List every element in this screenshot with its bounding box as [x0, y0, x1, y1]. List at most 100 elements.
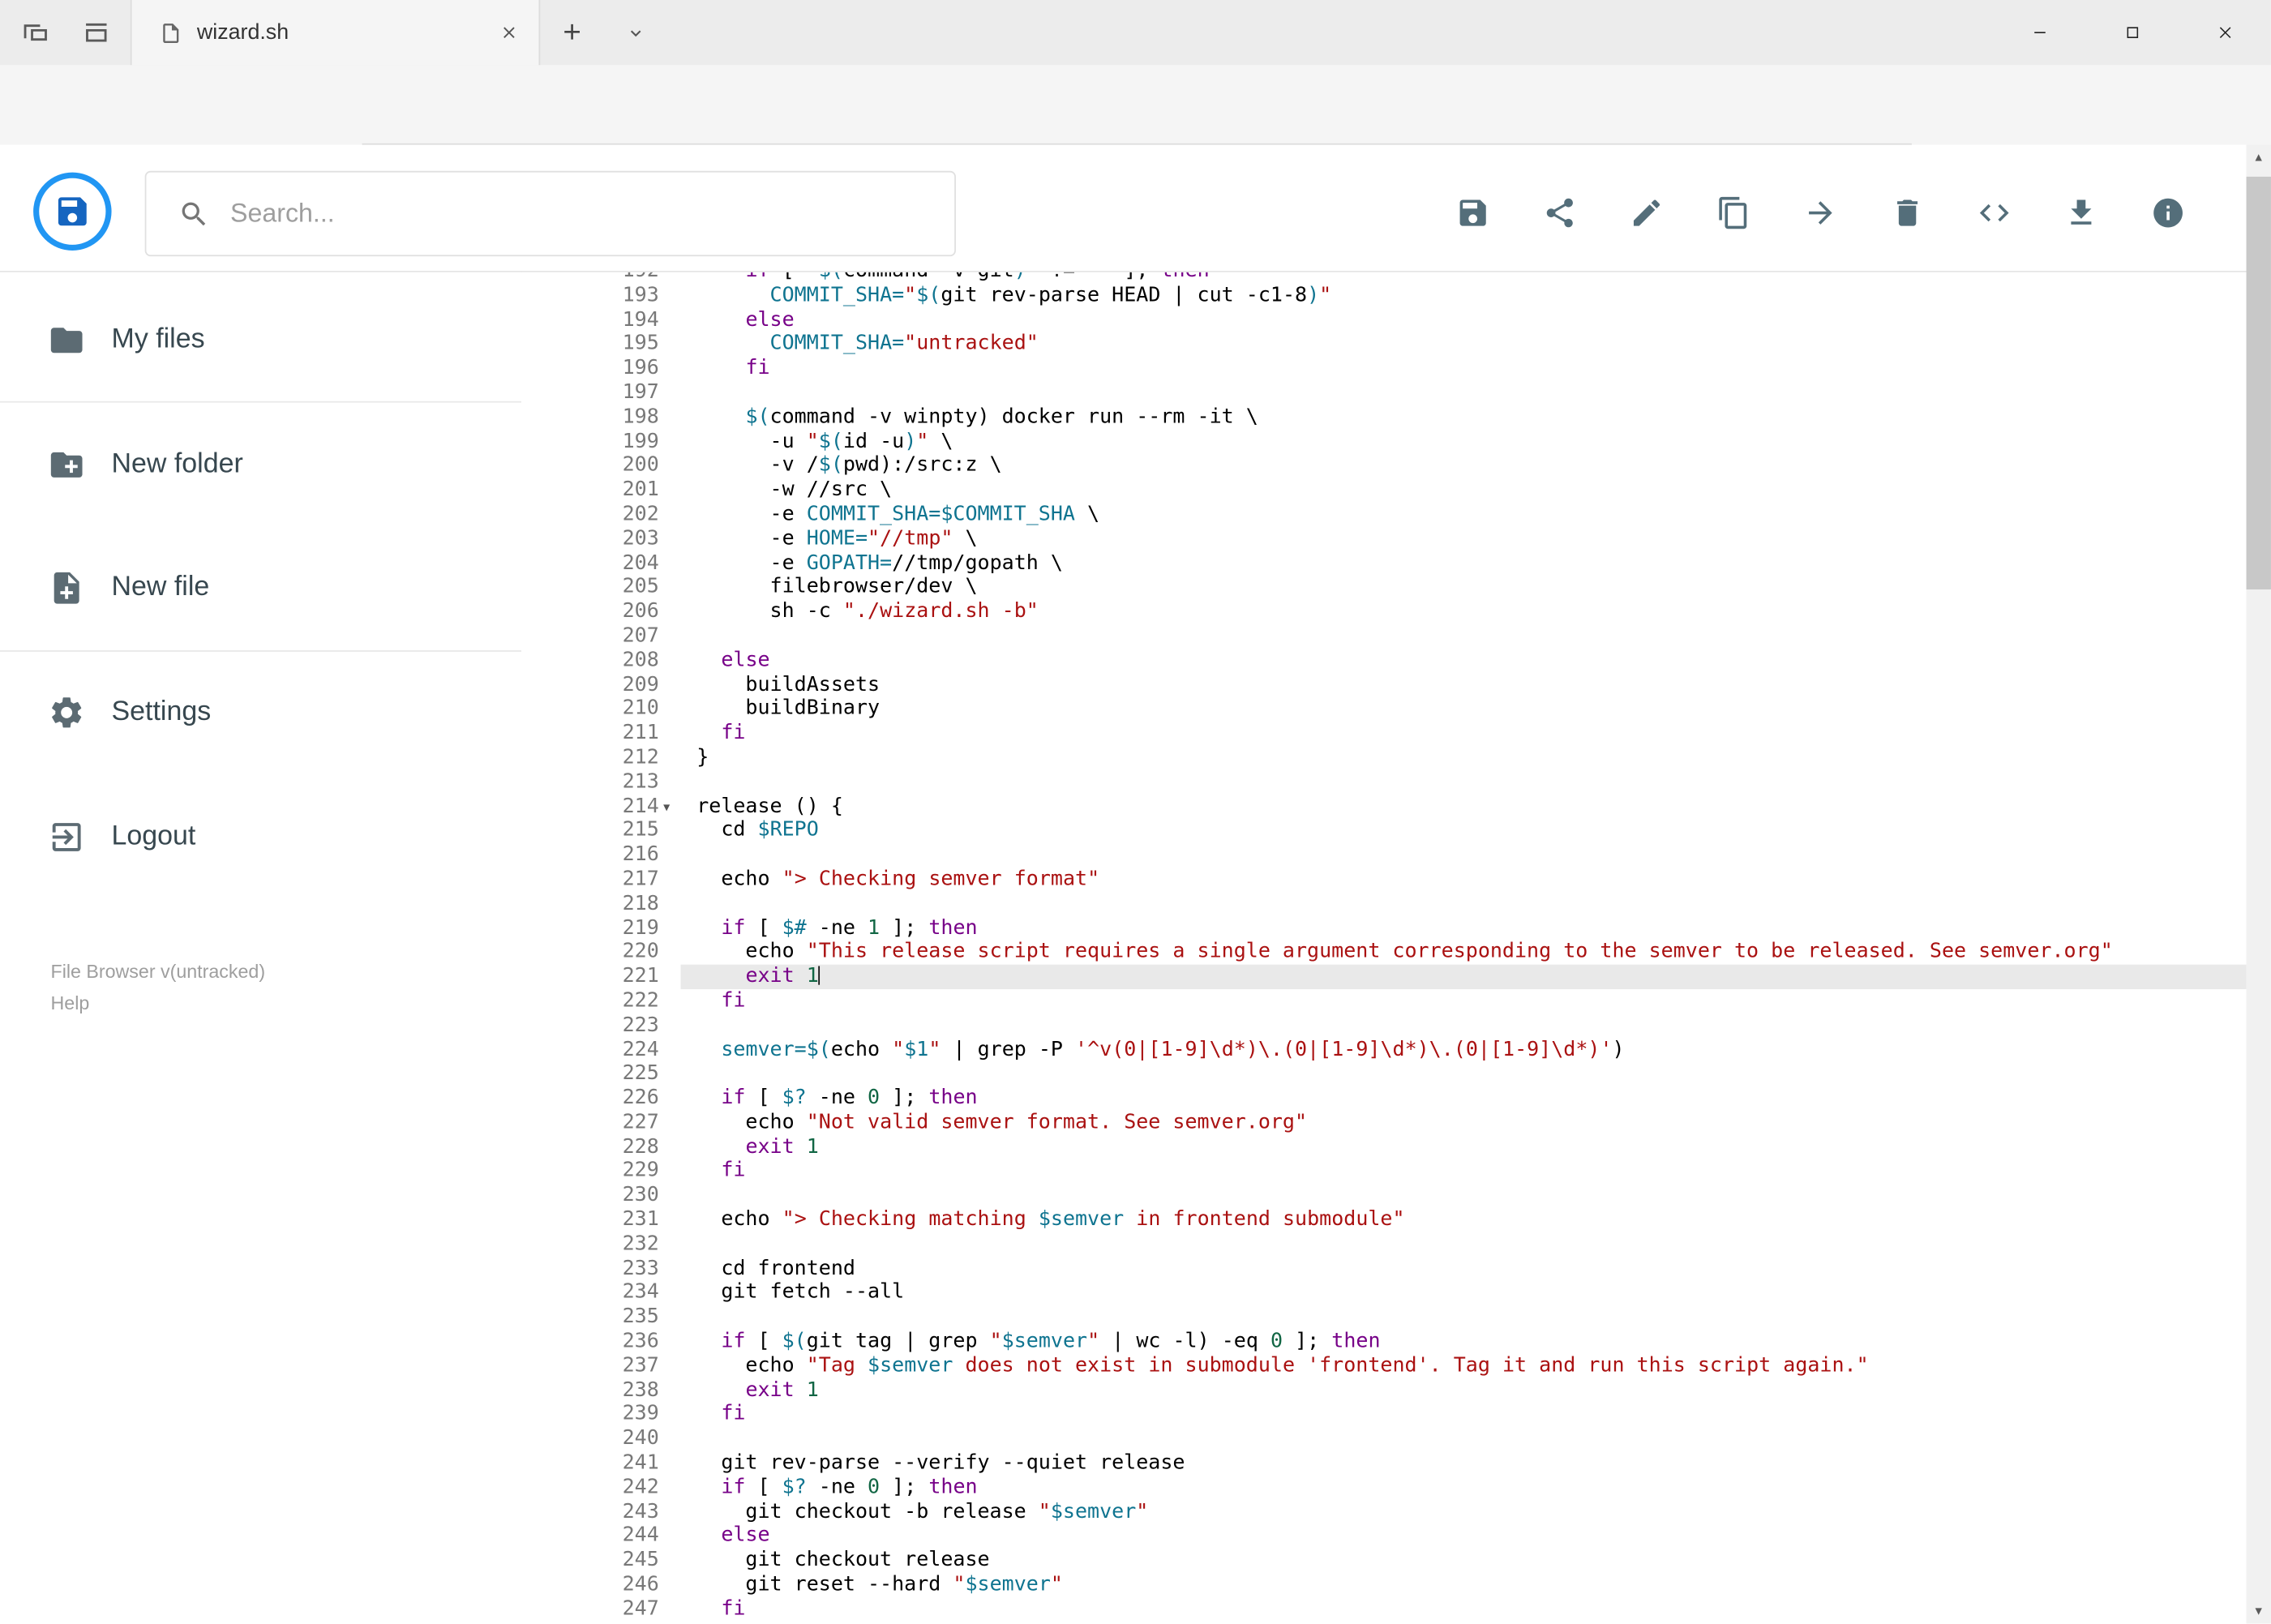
code-line-212[interactable]: 212} [521, 746, 2246, 770]
new-tab-button[interactable] [559, 19, 585, 45]
code-line-210[interactable]: 210 buildBinary [521, 697, 2246, 722]
maximize-button[interactable] [2085, 0, 2178, 65]
sidebar-item-my-files[interactable]: My files [0, 308, 521, 372]
code-line-238[interactable]: 238 exit 1 [521, 1378, 2246, 1403]
code-line-247[interactable]: 247 fi [521, 1597, 2246, 1622]
code-line-244[interactable]: 244 else [521, 1524, 2246, 1549]
code-line-224[interactable]: 224 semver=$(echo "$1" | grep -P '^v(0|[… [521, 1038, 2246, 1062]
code-line-236[interactable]: 236 if [ $(git tag | grep "$semver" | wc… [521, 1330, 2246, 1354]
code-line-205[interactable]: 205 filebrowser/dev \ [521, 576, 2246, 600]
code-line-229[interactable]: 229 fi [521, 1159, 2246, 1184]
minimize-button[interactable] [1993, 0, 2085, 65]
code-line-242[interactable]: 242 if [ $? -ne 0 ]; then [521, 1476, 2246, 1500]
code-line-223[interactable]: 223 [521, 1013, 2246, 1038]
code-line-239[interactable]: 239 fi [521, 1403, 2246, 1427]
code-line-207[interactable]: 207 [521, 624, 2246, 649]
code-text: if [ "$(command -v git)" != "" ]; then [681, 272, 2247, 284]
code-line-241[interactable]: 241 git rev-parse --verify --quiet relea… [521, 1451, 2246, 1476]
code-line-194[interactable]: 194 else [521, 308, 2246, 332]
code-line-231[interactable]: 231 echo "> Checking matching $semver in… [521, 1208, 2246, 1232]
close-window-button[interactable] [2179, 0, 2271, 65]
code-line-196[interactable]: 196 fi [521, 357, 2246, 381]
code-text: if [ $? -ne 0 ]; then [721, 1086, 978, 1110]
code-line-203[interactable]: 203 -e HOME="//tmp" \ [521, 527, 2246, 551]
app-logo[interactable] [33, 172, 112, 251]
page-scrollbar[interactable]: ▲ ▼ [2246, 144, 2271, 1624]
sidebar-item-logout[interactable]: Logout [0, 805, 521, 869]
code-line-222[interactable]: 222 fi [521, 989, 2246, 1013]
code-line-225[interactable]: 225 [521, 1062, 2246, 1086]
line-number: 215 [622, 818, 659, 842]
scrollbar-up-arrow-icon[interactable]: ▲ [2247, 145, 2271, 169]
code-line-230[interactable]: 230 [521, 1184, 2246, 1208]
code-line-232[interactable]: 232 [521, 1232, 2246, 1257]
code-line-213[interactable]: 213 [521, 770, 2246, 795]
info-button[interactable] [2151, 195, 2186, 230]
sidebar-item-settings[interactable]: Settings [0, 681, 521, 745]
code-line-235[interactable]: 235 [521, 1305, 2246, 1330]
code-line-220[interactable]: 220 echo "This release script requires a… [521, 941, 2246, 965]
tab-close-icon[interactable] [499, 24, 518, 42]
search-input[interactable] [230, 198, 955, 229]
code-line-237[interactable]: 237 echo "Tag $semver does not exist in … [521, 1354, 2246, 1378]
code-line-243[interactable]: 243 git checkout -b release "$semver" [521, 1500, 2246, 1524]
code-line-208[interactable]: 208 else [521, 649, 2246, 673]
code-line-246[interactable]: 246 git reset --hard "$semver" [521, 1573, 2246, 1597]
copy-button[interactable] [1716, 195, 1751, 230]
code-line-219[interactable]: 219 if [ $# -ne 1 ]; then [521, 916, 2246, 941]
tabs-aside-icon[interactable] [22, 19, 49, 46]
code-text: fi [721, 1596, 746, 1621]
save-button[interactable] [1455, 195, 1490, 230]
code-line-221[interactable]: 221 exit 1 [521, 964, 2247, 989]
tabs-preview-icon[interactable] [83, 19, 110, 46]
rename-button[interactable] [1630, 195, 1665, 230]
sidebar-item-new-folder[interactable]: New folder [0, 433, 521, 497]
line-number: 213 [622, 769, 659, 794]
browser-tab[interactable]: wizard.sh [130, 0, 541, 66]
code-line-193[interactable]: 193 COMMIT_SHA="$(git rev-parse HEAD | c… [521, 284, 2246, 308]
line-number: 223 [622, 1013, 659, 1037]
sidebar-help-link[interactable]: Help [51, 989, 90, 1018]
code-line-233[interactable]: 233 cd frontend [521, 1257, 2246, 1281]
code-line-202[interactable]: 202 -e COMMIT_SHA=$COMMIT_SHA \ [521, 503, 2246, 527]
code-line-217[interactable]: 217 echo "> Checking semver format" [521, 868, 2246, 892]
code-line-195[interactable]: 195 COMMIT_SHA="untracked" [521, 332, 2246, 357]
move-button[interactable] [1803, 195, 1838, 230]
code-line-245[interactable]: 245 git checkout release [521, 1549, 2246, 1573]
search-box[interactable] [144, 170, 956, 257]
editor-button[interactable] [1977, 195, 2012, 230]
code-text: -w //src \ [696, 478, 893, 502]
code-line-216[interactable]: 216 [521, 843, 2246, 868]
scrollbar-down-arrow-icon[interactable]: ▼ [2247, 1599, 2271, 1623]
code-line-234[interactable]: 234 git fetch --all [521, 1281, 2246, 1305]
code-line-197[interactable]: 197 [521, 381, 2246, 405]
code-line-226[interactable]: 226 if [ $? -ne 0 ]; then [521, 1086, 2246, 1111]
code-line-201[interactable]: 201 -w //src \ [521, 478, 2246, 503]
code-line-218[interactable]: 218 [521, 892, 2246, 916]
code-line-192[interactable]: 192 if [ "$(command -v git)" != "" ]; th… [521, 272, 2246, 284]
download-button[interactable] [2063, 195, 2098, 230]
line-number: 224 [622, 1037, 659, 1061]
scrollbar-thumb[interactable] [2246, 176, 2271, 590]
tab-list-chevron-icon[interactable] [626, 24, 646, 44]
code-line-215[interactable]: 215 cd $REPO [521, 819, 2246, 843]
code-line-199[interactable]: 199 -u "$(id -u)" \ [521, 430, 2246, 454]
code-line-209[interactable]: 209 buildAssets [521, 673, 2246, 697]
code-line-204[interactable]: 204 -e GOPATH=//tmp/gopath \ [521, 551, 2246, 576]
delete-button[interactable] [1890, 195, 1925, 230]
code-line-206[interactable]: 206 sh -c "./wizard.sh -b" [521, 600, 2246, 624]
code-line-211[interactable]: 211 fi [521, 722, 2246, 746]
line-number: 227 [622, 1110, 659, 1134]
code-editor[interactable]: 192 if [ "$(command -v git)" != "" ]; th… [521, 272, 2247, 1624]
code-line-228[interactable]: 228 exit 1 [521, 1135, 2246, 1159]
code-line-227[interactable]: 227 echo "Not valid semver format. See s… [521, 1111, 2246, 1135]
code-line-200[interactable]: 200 -v /$(pwd):/src:z \ [521, 454, 2246, 478]
share-button[interactable] [1542, 195, 1577, 230]
line-number: 206 [622, 599, 659, 623]
code-line-240[interactable]: 240 [521, 1427, 2246, 1451]
sidebar-item-new-file[interactable]: New file [0, 556, 521, 620]
fold-arrow-icon[interactable]: ▾ [663, 796, 670, 821]
code-line-198[interactable]: 198 $(command -v winpty) docker run --rm… [521, 405, 2246, 430]
code-line-214[interactable]: 214 ▾ release () { [521, 795, 2246, 819]
